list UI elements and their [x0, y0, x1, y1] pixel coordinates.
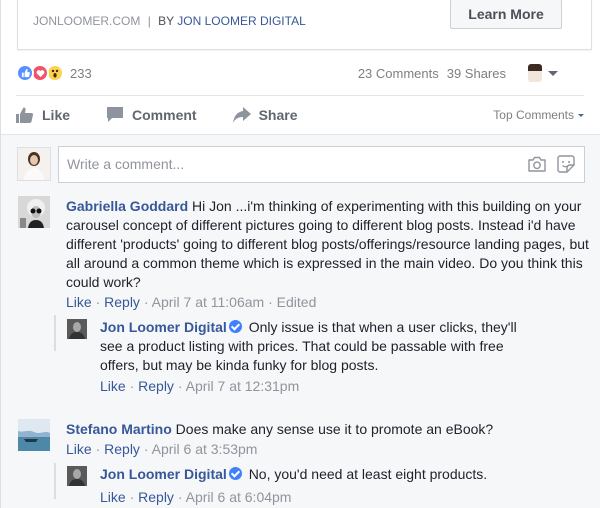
chevron-down-icon[interactable] [548, 70, 558, 76]
comment-bubble-icon [107, 107, 124, 122]
caption-separator: | [147, 14, 151, 28]
like-reaction-icon[interactable] [16, 64, 34, 82]
reply-body: Jon Loomer Digital Only issue is that wh… [100, 318, 520, 375]
reply-avatar[interactable] [67, 466, 87, 486]
link-brand[interactable]: JON LOOMER DIGITAL [177, 14, 305, 28]
comment-sort-dropdown[interactable]: Top Comments [493, 108, 584, 122]
learn-more-button[interactable]: Learn More [450, 0, 562, 29]
reactions-bar: 233 23 Comments 39 Shares [16, 62, 586, 84]
commenter-avatar[interactable] [18, 196, 50, 228]
reply-like-link[interactable]: Like [100, 489, 126, 505]
caret-down-icon [578, 113, 584, 117]
comment-reply-link[interactable]: Reply [104, 441, 140, 457]
like-label: Like [42, 107, 71, 123]
separator-dot: · [177, 489, 183, 505]
reply-meta: Like · Reply · April 6 at 6:04pm [100, 488, 291, 506]
verified-badge-icon [228, 467, 242, 480]
separator-dot: · [143, 441, 149, 457]
commenter-avatar[interactable] [18, 419, 50, 451]
separator-dot: · [177, 378, 183, 394]
reaction-count[interactable]: 233 [70, 66, 92, 81]
sort-label: Top Comments [493, 108, 574, 122]
comment-reply-link[interactable]: Reply [104, 294, 140, 310]
divider [16, 95, 584, 96]
share-arrow-icon [232, 107, 251, 123]
comment-like-link[interactable]: Like [66, 294, 92, 310]
share-button[interactable]: Share [232, 107, 298, 123]
comment-label: Comment [132, 107, 197, 123]
comment-body: Stefano Martino Does make any sense use … [66, 420, 591, 439]
by-label: BY [158, 14, 174, 28]
current-user-avatar [17, 147, 51, 181]
separator-dot: · [143, 294, 149, 310]
comment-edited[interactable]: Edited [277, 294, 317, 310]
reply-avatar[interactable] [67, 319, 87, 339]
reply-text: No, you'd need at least eight products. [248, 466, 488, 482]
share-label: Share [258, 107, 298, 123]
comment-meta: Like · Reply · April 6 at 3:53pm [66, 440, 257, 458]
link-domain: JONLOOMER.COM [33, 14, 141, 28]
comment-meta: Like · Reply · April 7 at 11:06am · Edit… [66, 293, 316, 311]
separator-dot: · [95, 441, 101, 457]
comments-section: Gabriella Goddard Hi Jon ...i'm thinking… [1, 134, 600, 508]
reply-thread-line [54, 463, 56, 499]
separator-dot: · [95, 294, 101, 310]
comment-body: Gabriella Goddard Hi Jon ...i'm thinking… [66, 197, 591, 292]
shares-count[interactable]: 39 Shares [447, 66, 506, 81]
comment-input[interactable] [67, 156, 487, 172]
reply-thread-line [54, 315, 56, 351]
reply-meta: Like · Reply · April 7 at 12:31pm [100, 377, 299, 395]
comment-author[interactable]: Stefano Martino [66, 421, 172, 437]
reply-reply-link[interactable]: Reply [138, 378, 174, 394]
comment-composer[interactable] [58, 146, 585, 183]
comment-text: Does make any sense use it to promote an… [175, 421, 494, 437]
camera-icon[interactable] [528, 156, 546, 172]
sticker-icon[interactable] [557, 155, 575, 173]
reply-body: Jon Loomer Digital No, you'd need at lea… [100, 465, 580, 484]
reply-timestamp[interactable]: April 6 at 6:04pm [186, 489, 292, 505]
comments-count[interactable]: 23 Comments [358, 66, 439, 81]
link-preview[interactable]: JONLOOMER.COM | BY JON LOOMER DIGITAL Le… [17, 0, 592, 50]
verified-badge-icon [228, 320, 242, 333]
separator-dot: · [129, 489, 135, 505]
reply-reply-link[interactable]: Reply [138, 489, 174, 505]
link-caption: JONLOOMER.COM | BY JON LOOMER DIGITAL [33, 14, 306, 28]
reply-author[interactable]: Jon Loomer Digital [100, 319, 227, 335]
separator-dot: · [129, 378, 135, 394]
reply-like-link[interactable]: Like [100, 378, 126, 394]
page-avatar-selector[interactable] [528, 64, 542, 82]
reply-author[interactable]: Jon Loomer Digital [100, 466, 227, 482]
post-actions: Like Comment Share Top Comments [16, 98, 584, 132]
comment-timestamp[interactable]: April 7 at 11:06am [152, 294, 265, 310]
separator-dot: · [268, 294, 273, 310]
comment-timestamp[interactable]: April 6 at 3:53pm [152, 441, 258, 457]
reply-timestamp[interactable]: April 7 at 12:31pm [186, 378, 300, 394]
like-button[interactable]: Like [16, 107, 70, 123]
thumbs-up-icon [16, 107, 34, 123]
comment-author[interactable]: Gabriella Goddard [66, 198, 188, 214]
post-stats: 23 Comments 39 Shares [350, 62, 558, 84]
comment-button[interactable]: Comment [106, 107, 197, 123]
comment-like-link[interactable]: Like [66, 441, 92, 457]
